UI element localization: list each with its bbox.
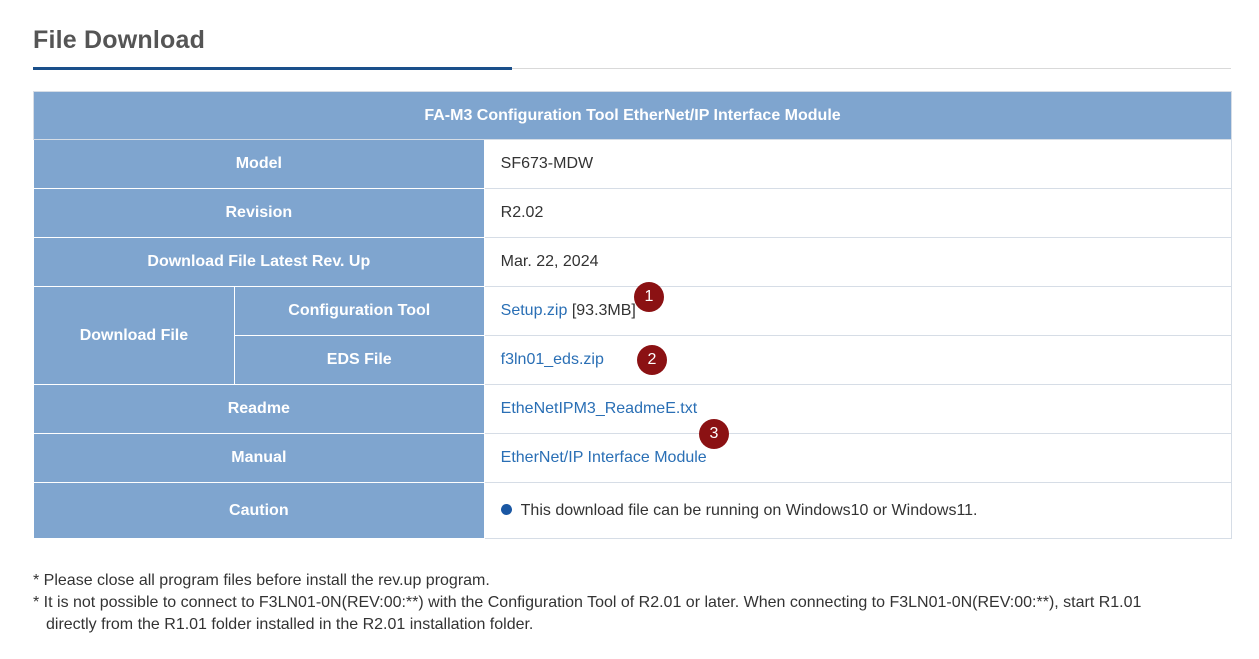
table-row-model: Model SF673-MDW [33, 139, 1233, 189]
table-row-revision: Revision R2.02 [33, 188, 1233, 238]
latest-rev-label: Download File Latest Rev. Up [33, 237, 485, 287]
eds-zip-link[interactable]: f3ln01_eds.zip [501, 351, 604, 368]
section-title: File Download [33, 26, 206, 54]
table-heading: FA-M3 Configuration Tool EtherNet/IP Int… [33, 91, 1232, 140]
notes: * Please close all program files before … [33, 570, 1233, 636]
callout-badge-3: 3 [699, 419, 729, 449]
setup-zip-size: [93.3MB] [571, 302, 636, 319]
note-line-2: * It is not possible to connect to F3LN0… [33, 594, 1142, 611]
download-table: FA-M3 Configuration Tool EtherNet/IP Int… [33, 91, 1233, 539]
table-row-latest: Download File Latest Rev. Up Mar. 22, 20… [33, 237, 1233, 287]
title-accent-bar [33, 67, 512, 70]
callout-badge-1: 1 [634, 282, 664, 312]
table-row-config-tool: Download File Configuration Tool Setup.z… [33, 286, 1233, 385]
revision-label: Revision [33, 188, 485, 238]
model-value: SF673-MDW [483, 139, 1233, 189]
page: File Download FA-M3 Configuration Tool E… [0, 0, 1259, 659]
config-tool-cell: Setup.zip [93.3MB] [483, 286, 1233, 336]
manual-label: Manual [33, 433, 485, 483]
note-line-3: directly from the R1.01 folder installed… [46, 616, 534, 633]
table-row-caution: Caution This download file can be runnin… [33, 482, 1233, 539]
readme-cell: EtheNetIPM3_ReadmeE.txt [483, 384, 1233, 434]
table-row-manual: Manual EtherNet/IP Interface Module [33, 433, 1233, 483]
eds-file-cell: f3ln01_eds.zip [483, 335, 1233, 385]
download-file-label: Download File [33, 286, 235, 385]
eds-file-label: EDS File [233, 335, 485, 385]
manual-link[interactable]: EtherNet/IP Interface Module [501, 449, 707, 466]
latest-rev-value: Mar. 22, 2024 [483, 237, 1233, 287]
callout-badge-2: 2 [637, 345, 667, 375]
config-tool-label: Configuration Tool [233, 286, 485, 336]
caution-label: Caution [33, 482, 485, 539]
model-label: Model [33, 139, 485, 189]
readme-label: Readme [33, 384, 485, 434]
manual-cell: EtherNet/IP Interface Module [483, 433, 1233, 483]
caution-cell: This download file can be running on Win… [483, 482, 1233, 539]
table-row-readme: Readme EtheNetIPM3_ReadmeE.txt [33, 384, 1233, 434]
readme-link[interactable]: EtheNetIPM3_ReadmeE.txt [501, 400, 698, 417]
revision-value: R2.02 [483, 188, 1233, 238]
bullet-icon [500, 503, 512, 515]
caution-text: This download file can be running on Win… [520, 501, 978, 519]
note-line-1: * Please close all program files before … [33, 572, 490, 589]
setup-zip-link[interactable]: Setup.zip [501, 302, 568, 319]
